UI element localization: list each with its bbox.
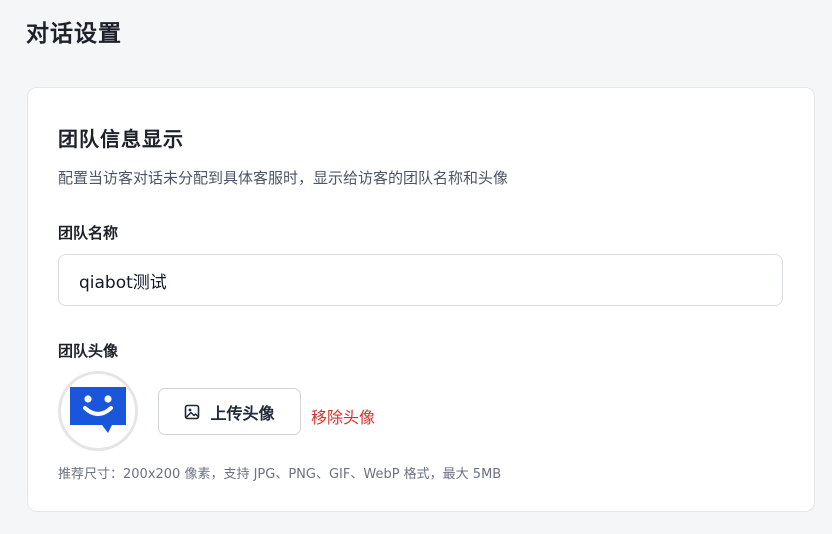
- team-info-card: 团队信息显示 配置当访客对话未分配到具体客服时，显示给访客的团队名称和头像 团队…: [27, 87, 815, 512]
- team-name-label: 团队名称: [58, 224, 119, 242]
- page-title: 对话设置: [26, 21, 122, 47]
- section-title: 团队信息显示: [58, 127, 184, 151]
- upload-avatar-button[interactable]: 上传头像: [158, 388, 301, 435]
- team-name-input[interactable]: [58, 254, 783, 306]
- section-description: 配置当访客对话未分配到具体客服时，显示给访客的团队名称和头像: [58, 169, 509, 187]
- image-icon: [185, 404, 200, 419]
- upload-avatar-label: 上传头像: [210, 403, 275, 423]
- team-avatar: [58, 371, 138, 451]
- chat-bot-icon: [62, 375, 134, 447]
- remove-avatar-link[interactable]: 移除头像: [311, 404, 375, 428]
- team-avatar-label: 团队头像: [58, 342, 119, 360]
- avatar-hint: 推荐尺寸：200x200 像素，支持 JPG、PNG、GIF、WebP 格式，最…: [58, 467, 502, 482]
